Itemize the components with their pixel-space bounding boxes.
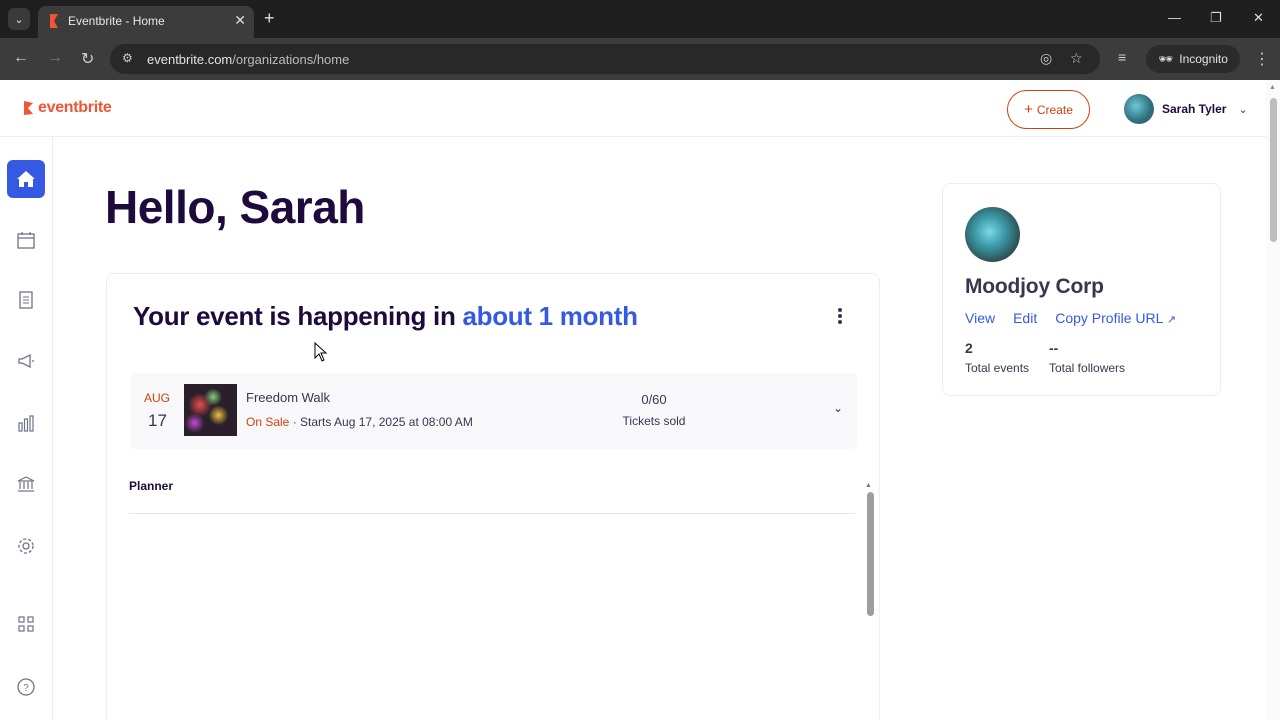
new-tab-icon[interactable]: + <box>264 8 275 28</box>
more-options-icon[interactable] <box>833 306 847 326</box>
svg-text:?: ? <box>23 683 29 694</box>
view-link[interactable]: View <box>965 310 995 326</box>
sidebar-item-help[interactable]: ? <box>7 668 45 706</box>
edit-link[interactable]: Edit <box>1013 310 1037 326</box>
browser-toolbar: ← → ↻ ⚙ eventbrite.com/organizations/hom… <box>0 38 1280 80</box>
avatar <box>1124 94 1154 124</box>
sidebar-item-settings[interactable] <box>7 527 45 565</box>
orders-icon <box>19 291 33 309</box>
url-text[interactable]: eventbrite.com/organizations/home <box>147 52 349 67</box>
megaphone-icon <box>18 353 34 369</box>
sidebar-item-apps[interactable] <box>7 605 45 643</box>
help-icon: ? <box>17 678 35 696</box>
organizer-card: Moodjoy Corp View Edit Copy Profile URL … <box>942 183 1221 396</box>
page-title: Hello, Sarah <box>105 181 365 233</box>
scroll-up-icon[interactable]: ▲ <box>865 482 872 489</box>
tab-search-chevron-icon[interactable]: ⌄ <box>8 8 30 30</box>
event-status: On Sale · Starts Aug 17, 2025 at 08:00 A… <box>246 415 473 429</box>
chevron-down-icon: ⌄ <box>1238 103 1248 116</box>
copy-profile-url-link[interactable]: Copy Profile URL ↗ <box>1055 310 1176 326</box>
eye-off-icon[interactable]: ◎ <box>1040 50 1052 67</box>
organizer-avatar <box>965 207 1020 262</box>
home-icon <box>17 171 35 187</box>
star-icon[interactable]: ☆ <box>1070 50 1083 67</box>
sidebar-item-orders[interactable] <box>7 281 45 319</box>
organizer-links: View Edit Copy Profile URL ↗ <box>965 310 1176 326</box>
sidebar-item-events[interactable] <box>7 221 45 259</box>
forward-icon[interactable]: → <box>47 49 63 67</box>
total-followers-label: Total followers <box>1049 361 1126 375</box>
plus-icon: + <box>1024 101 1033 118</box>
scrollbar-thumb[interactable] <box>867 492 874 616</box>
external-link-icon: ↗ <box>1166 314 1176 326</box>
divider <box>129 513 855 514</box>
incognito-icon: 🕶 <box>1158 52 1174 66</box>
page: eventbrite + Create Sarah Tyler ⌄ ? Hell… <box>0 80 1280 720</box>
sidebar-item-reporting[interactable] <box>7 404 45 442</box>
gear-icon <box>18 538 34 554</box>
scrollbar-thumb[interactable] <box>1270 98 1277 242</box>
apps-grid-icon <box>18 616 34 632</box>
tab-close-icon[interactable]: ✕ <box>234 12 246 29</box>
sidebar: ? <box>0 137 53 720</box>
incognito-badge[interactable]: 🕶 Incognito <box>1146 45 1240 73</box>
tab-title: Eventbrite - Home <box>68 14 165 28</box>
site-info-icon[interactable]: ⚙ <box>122 51 133 65</box>
sidebar-item-marketing[interactable] <box>7 342 45 380</box>
eventbrite-logo[interactable]: eventbrite <box>22 99 112 117</box>
create-button[interactable]: + Create <box>1007 90 1090 129</box>
mouse-cursor-icon <box>314 342 327 362</box>
calendar-icon <box>17 232 35 249</box>
bank-icon <box>17 476 35 492</box>
back-icon[interactable]: ← <box>13 49 29 67</box>
scroll-up-icon[interactable]: ▲ <box>1269 84 1276 91</box>
planner-heading: Planner <box>129 479 174 493</box>
browser-tab[interactable]: Eventbrite - Home ✕ <box>38 6 254 38</box>
sidebar-item-finance[interactable] <box>7 465 45 503</box>
app-header: eventbrite + Create Sarah Tyler ⌄ <box>0 80 1266 137</box>
browser-menu-icon[interactable]: ⋮ <box>1254 49 1270 69</box>
event-countdown-card: Your event is happening in about 1 month… <box>106 273 880 720</box>
reload-icon[interactable]: ↻ <box>81 49 94 69</box>
tickets-sold-count: 0/60 <box>641 392 667 407</box>
event-day: 17 <box>148 411 167 430</box>
total-followers-value: -- <box>1049 340 1059 356</box>
event-row[interactable]: AUG 17 Freedom Walk On Sale · Starts Aug… <box>131 373 857 449</box>
event-thumbnail[interactable] <box>184 384 237 436</box>
window-close-icon[interactable]: ✕ <box>1253 10 1264 26</box>
organizer-name: Moodjoy Corp <box>965 275 1104 298</box>
restore-icon[interactable]: ❐ <box>1210 10 1222 26</box>
total-events-label: Total events <box>965 361 1030 375</box>
bar-chart-icon <box>18 415 34 432</box>
expand-chevron-icon[interactable]: ⌄ <box>833 401 843 415</box>
card-title: Your event is happening in about 1 month <box>133 301 638 331</box>
page-scrollbar[interactable]: ▲ <box>1266 80 1280 720</box>
eventbrite-favicon-icon <box>50 14 58 28</box>
event-month: AUG <box>144 391 171 405</box>
sidebar-item-home[interactable] <box>7 160 45 198</box>
planner-scrollbar[interactable]: ▲ <box>865 482 875 720</box>
media-icon[interactable]: ≡ <box>1118 49 1126 65</box>
browser-tab-strip: ⌄ Eventbrite - Home ✕ + — ❐ ✕ <box>0 0 1280 38</box>
minimize-icon[interactable]: — <box>1168 10 1181 25</box>
total-events-value: 2 <box>965 340 973 356</box>
address-bar[interactable]: ⚙ eventbrite.com/organizations/home ◎ ☆ <box>110 44 1100 74</box>
tickets-sold-label: Tickets sold <box>622 414 686 428</box>
user-menu[interactable]: Sarah Tyler ⌄ <box>1124 94 1248 124</box>
eventbrite-mark-icon <box>24 101 33 115</box>
event-name[interactable]: Freedom Walk <box>246 390 330 405</box>
